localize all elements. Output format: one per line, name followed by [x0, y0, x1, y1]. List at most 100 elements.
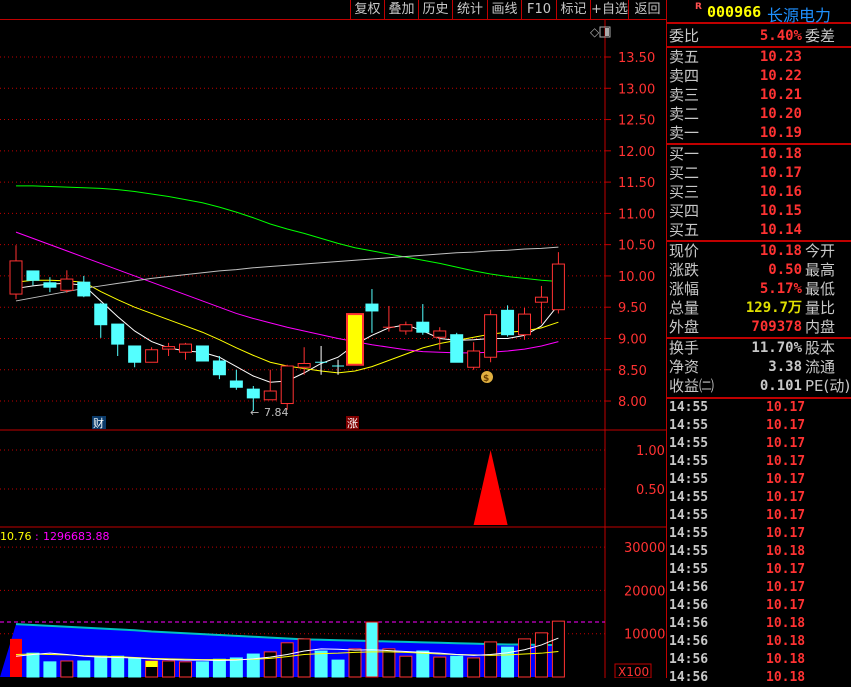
tick-time: 14:55	[669, 454, 709, 469]
ask-row: 卖三 10.21	[669, 86, 851, 105]
stat-row: 现价 10.18 今开	[669, 242, 851, 261]
row-right-label: 股本	[805, 339, 836, 357]
volume-bar	[467, 657, 481, 678]
toolbar-button-5[interactable]: F10	[521, 0, 556, 20]
toolbar-button-6[interactable]: 标记	[556, 0, 590, 20]
volume-bar	[399, 655, 413, 678]
bid-row: 买二 10.17	[669, 164, 851, 183]
vol-header-b: 1296683.88	[43, 530, 109, 543]
tick-price: 10.17	[766, 454, 806, 469]
tick-time: 14:56	[669, 598, 709, 613]
stock-name: 长源电力	[767, 6, 832, 25]
ask-row: 卖四 10.22	[669, 67, 851, 86]
row-label: 外盘	[669, 318, 700, 336]
tick-price: 10.18	[766, 616, 806, 631]
row-label: 换手	[669, 339, 700, 357]
tick-time: 14:56	[669, 616, 709, 631]
candle-body	[433, 330, 447, 338]
tick-price: 10.17	[766, 490, 806, 505]
volume-bar	[26, 652, 40, 678]
tick-price: 10.18	[766, 652, 806, 667]
row-value: 10.23	[759, 49, 802, 65]
row-label: 买五	[669, 221, 700, 239]
candle-body	[212, 360, 226, 376]
row-value: 3.38	[768, 359, 802, 375]
kline-chart[interactable]: ◇ 13.50 13.00 12.50 12.00 11.50 11.00 10.50 10.0…	[0, 0, 666, 678]
volume-bar	[534, 632, 548, 678]
quote-header: R 000966 长源电力	[667, 0, 851, 25]
tick-time: 14:55	[669, 490, 709, 505]
row-label: 总量	[669, 299, 700, 317]
row-label: 买一	[669, 145, 700, 163]
price-tick-label: 12.00	[618, 145, 655, 160]
candle	[9, 245, 23, 300]
tick-time: 14:55	[669, 472, 709, 487]
tick-time: 14:56	[669, 652, 709, 667]
tick-price: 10.17	[766, 472, 806, 487]
row-right-label: 量比	[805, 299, 836, 317]
candle	[534, 285, 548, 324]
tick-price: 10.17	[766, 562, 806, 577]
row-right-label: PE(动)	[805, 377, 851, 395]
row-right-label: 流通	[805, 358, 836, 376]
ask-row: 卖一 10.19	[669, 124, 851, 143]
tick-time: 14:55	[669, 544, 709, 559]
candle	[263, 369, 277, 401]
row-value: 10.18	[759, 146, 802, 162]
price-tick-label: 11.50	[618, 176, 655, 191]
candle	[551, 252, 565, 314]
row-label: 净资	[669, 358, 700, 376]
row-label: 收益㈡	[669, 377, 715, 395]
stat-row: 涨跌 0.50 最高	[669, 261, 851, 280]
fund-row: 收益㈡ 0.101 PE(动)	[669, 377, 851, 396]
tick-time: 14:55	[669, 436, 709, 451]
candle	[399, 321, 413, 335]
candle-body	[246, 388, 260, 399]
tick-price: 10.17	[766, 508, 806, 523]
price-tick-label: 10.00	[618, 270, 655, 285]
tick-price: 10.18	[766, 670, 806, 685]
row-value: 10.22	[759, 68, 802, 84]
toolbar-button-4[interactable]: 画线	[487, 0, 521, 20]
candle	[128, 345, 142, 368]
candle-body	[551, 263, 565, 311]
toolbar-button-8[interactable]: 返回	[628, 0, 666, 20]
vol-tick-label: 30000	[624, 541, 665, 556]
tick-price: 10.17	[766, 418, 806, 433]
candle-body	[399, 324, 413, 332]
toolbar-button-7[interactable]: +自选	[590, 0, 628, 20]
candle	[484, 309, 498, 363]
row-label: 买三	[669, 183, 700, 201]
candle-body	[467, 350, 481, 368]
toolbar-button-0[interactable]: 复权	[350, 0, 384, 20]
candle	[162, 342, 176, 356]
tick-row: 14:55 10.17	[669, 417, 851, 435]
toolbar-button-1[interactable]: 叠加	[384, 0, 418, 20]
tick-time: 14:55	[669, 418, 709, 433]
row-label: 涨幅	[669, 280, 700, 298]
price-tick-label: 13.50	[618, 51, 655, 66]
ma-line-4	[15, 246, 559, 302]
tick-row: 14:56 10.18	[669, 651, 851, 669]
candle-body	[416, 321, 430, 333]
candle-body	[162, 346, 176, 350]
candle-body	[26, 270, 40, 281]
toolbar-button-2[interactable]: 历史	[418, 0, 452, 20]
tick-row: 14:5610.171	[669, 597, 851, 615]
volume-bar	[77, 660, 91, 678]
tick-row: 14:5510.171	[669, 399, 851, 417]
vol-unit: X100	[618, 665, 649, 678]
signal-tick-label: 0.50	[636, 483, 665, 498]
volume-bar	[314, 650, 328, 678]
candle-body	[77, 281, 91, 297]
candle	[229, 369, 243, 390]
row-label: 涨跌	[669, 261, 700, 279]
candle-body	[280, 365, 294, 405]
tick-row: 14:55 10.17	[669, 435, 851, 453]
toolbar-button-3[interactable]: 统计	[452, 0, 487, 20]
ask-row: 卖五 10.23	[669, 48, 851, 67]
tick-row: 14:55 10.17	[669, 489, 851, 507]
row-label: 卖三	[669, 86, 700, 104]
volume-bar-marker	[145, 661, 158, 667]
volume-bar	[280, 642, 294, 678]
